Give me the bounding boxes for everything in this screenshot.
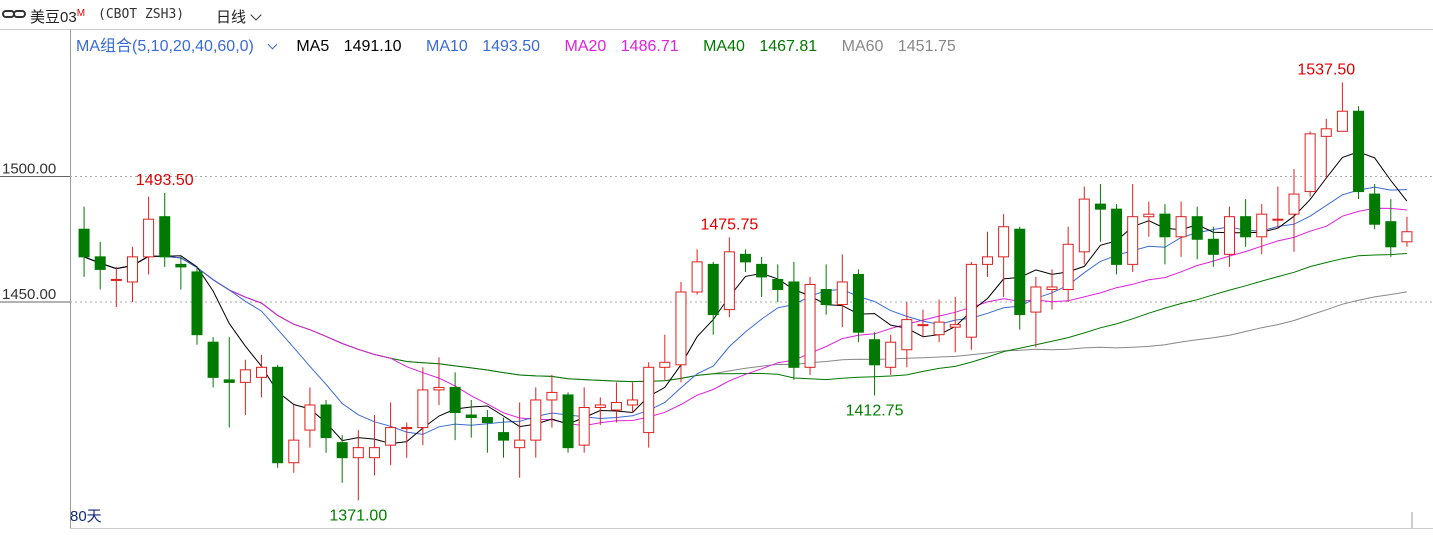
- candle-body: [530, 399, 542, 441]
- high-annotation: 1537.50: [1297, 61, 1355, 78]
- candle-body: [159, 216, 171, 258]
- candle-body: [143, 218, 155, 258]
- candle-body: [223, 379, 235, 383]
- candle-body: [175, 263, 187, 268]
- candle-body: [1046, 286, 1058, 290]
- candle-body: [1094, 203, 1106, 210]
- candle-body: [804, 283, 816, 368]
- candle-body: [385, 427, 397, 446]
- candle-body: [401, 427, 413, 430]
- candle-body: [1353, 110, 1365, 193]
- candle-body: [949, 324, 961, 328]
- candle-body: [1014, 228, 1026, 316]
- candle-body: [368, 447, 380, 459]
- candle-body: [981, 256, 993, 265]
- candle-body: [1127, 216, 1139, 265]
- low-annotation: 1371.00: [329, 507, 387, 524]
- candle-body: [1256, 213, 1268, 238]
- candle-body: [627, 399, 639, 406]
- candle-body: [723, 251, 735, 311]
- candle-body: [1175, 216, 1187, 238]
- candle-body: [94, 256, 106, 270]
- candle-body: [965, 263, 977, 338]
- candle-body: [675, 291, 687, 366]
- candle-body: [998, 226, 1010, 258]
- candle-body: [739, 253, 752, 263]
- candle-body: [578, 406, 590, 446]
- high-annotation: 1493.50: [136, 172, 194, 189]
- candle-body: [869, 339, 881, 366]
- candle-body: [1143, 213, 1155, 218]
- candle-body: [1401, 231, 1413, 243]
- candle-body: [691, 261, 703, 293]
- candle-body: [852, 273, 864, 333]
- candle-body: [643, 366, 655, 434]
- candle-body: [1207, 238, 1219, 255]
- candle-body: [449, 386, 461, 414]
- candle-body: [498, 432, 510, 441]
- candle-body: [901, 319, 913, 351]
- candle-body: [1288, 193, 1300, 215]
- candle-body: [820, 288, 832, 306]
- candle-body: [707, 263, 719, 316]
- candlestick-chart[interactable]: 1500.00 1450.00 1493.50 1371.00 1475.75 1412.…: [0, 0, 1433, 534]
- candle-body: [772, 278, 784, 290]
- candle-body: [562, 394, 574, 449]
- candle-body: [256, 366, 268, 378]
- candle-body: [320, 404, 332, 439]
- candle-body: [78, 228, 90, 258]
- candle-body: [836, 281, 848, 306]
- candle-body: [272, 366, 284, 464]
- candle-body: [336, 442, 348, 459]
- candle-body: [610, 401, 622, 411]
- low-annotation: 1412.75: [846, 403, 904, 420]
- candle-body: [1304, 133, 1316, 193]
- candle-body: [514, 439, 526, 449]
- candle-body: [1062, 243, 1074, 290]
- high-annotation: 1475.75: [700, 216, 758, 233]
- candle-body: [1223, 216, 1235, 255]
- candle-body: [352, 447, 364, 459]
- candle-body: [1336, 110, 1348, 132]
- candle-body: [1030, 286, 1042, 313]
- candle-body: [594, 404, 606, 408]
- candle-body: [288, 439, 300, 464]
- candle-body: [1111, 208, 1123, 265]
- candle-body: [1385, 221, 1397, 248]
- candle-body: [481, 417, 493, 424]
- candle-body: [788, 281, 800, 368]
- candle-body: [1240, 216, 1252, 238]
- candle-body: [465, 414, 477, 419]
- candle-body: [417, 389, 429, 429]
- candle-body: [756, 263, 768, 278]
- candle-body: [1320, 128, 1332, 137]
- candle-body: [885, 341, 897, 368]
- candle-body: [304, 404, 316, 431]
- candle-body: [239, 369, 251, 383]
- candle-body: [659, 361, 671, 368]
- candle-body: [1191, 216, 1203, 240]
- candle-body: [1369, 193, 1381, 225]
- candle-body: [191, 271, 203, 336]
- candle-body: [1159, 213, 1171, 238]
- candle-body: [546, 391, 558, 401]
- candle-body: [1272, 218, 1284, 221]
- y-tick-label: 1500.00: [2, 161, 56, 178]
- y-tick-label: 1450.00: [2, 286, 56, 303]
- candle-body: [1078, 198, 1090, 253]
- candle-body: [110, 278, 122, 281]
- day-count-label: 80天: [70, 508, 102, 525]
- candle-body: [933, 321, 945, 336]
- candle-body: [207, 341, 219, 378]
- candle-body: [126, 256, 138, 283]
- candle-body: [917, 324, 929, 327]
- ma60-line: [83, 255, 1407, 383]
- candle-body: [433, 386, 445, 391]
